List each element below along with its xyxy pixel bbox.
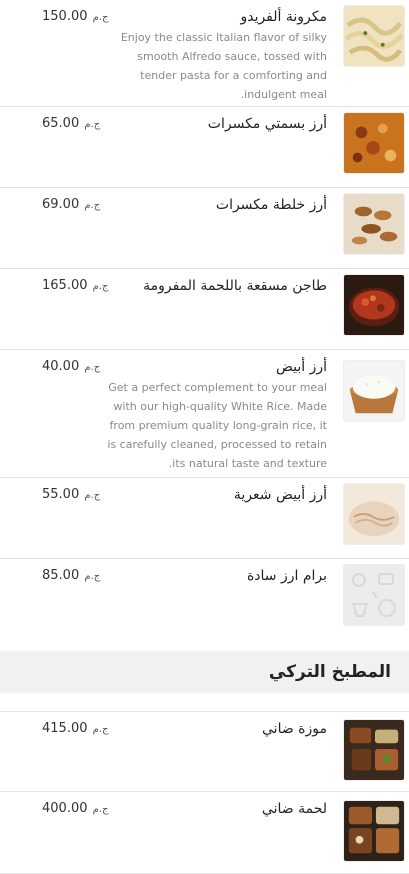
menu-item[interactable]: أرز بسمتي مكسرات 65.00 ج.م xyxy=(0,107,409,188)
placeholder-food-icon xyxy=(343,564,405,626)
item-name: مكرونة ألفريدو xyxy=(240,9,327,25)
item-name: لحمة ضاني xyxy=(261,801,327,817)
item-price: 150.00 ج.م xyxy=(42,9,109,24)
menu-item[interactable]: أرز أبيض شعرية 55.00 ج.م xyxy=(0,478,409,559)
white-rice-photo xyxy=(343,360,405,422)
item-price: 165.00 ج.م xyxy=(42,278,109,293)
item-description: Get a perfect complement to your meal wi… xyxy=(107,381,327,470)
item-price: 69.00 ج.م xyxy=(42,197,101,212)
menu-item[interactable]: أرز أبيض Get a perfect complement to you… xyxy=(0,350,409,478)
item-price: 415.00 ج.م xyxy=(42,721,109,736)
section-title: المطبخ التركي xyxy=(268,662,391,682)
item-name: أرز أبيض xyxy=(275,359,327,375)
lamb-shank-photo xyxy=(343,719,405,781)
item-name: أرز خلطة مكسرات xyxy=(215,197,327,213)
section-header: المطبخ التركي xyxy=(0,651,409,693)
vermicelli-rice-photo xyxy=(343,483,405,545)
pasta-photo xyxy=(343,5,405,67)
item-name: أرز أبيض شعرية xyxy=(233,487,327,503)
item-price: 85.00 ج.م xyxy=(42,568,101,583)
item-description: Enjoy the classic Italian flavor of silk… xyxy=(120,31,327,101)
basmati-rice-photo xyxy=(343,112,405,174)
item-price: 40.00 ج.م xyxy=(42,359,101,374)
menu-item[interactable]: أرز خلطة مكسرات 69.00 ج.م xyxy=(0,188,409,269)
item-name: برام ارز سادة xyxy=(246,568,327,584)
item-name: موزة ضاني xyxy=(262,721,327,737)
menu-item[interactable]: موزة ضاني 415.00 ج.م xyxy=(0,711,409,792)
item-price: 55.00 ج.م xyxy=(42,487,101,502)
menu-item[interactable]: طاجن مسقعة باللحمة المفرومة 165.00 ج.م xyxy=(0,269,409,350)
menu-item[interactable]: مكرونة ألفريدو Enjoy the classic Italian… xyxy=(0,0,409,107)
lamb-meat-photo xyxy=(343,800,405,862)
nuts-rice-photo xyxy=(343,193,405,255)
item-name: أرز بسمتي مكسرات xyxy=(207,116,327,132)
item-price: 400.00 ج.م xyxy=(42,801,109,816)
menu-item[interactable]: لحمة ضاني 400.00 ج.م xyxy=(0,792,409,874)
item-price: 65.00 ج.م xyxy=(42,116,101,131)
moussaka-tagine-photo xyxy=(343,274,405,336)
item-name: طاجن مسقعة باللحمة المفرومة xyxy=(143,278,327,294)
menu-item[interactable]: برام ارز سادة 85.00 ج.م xyxy=(0,559,409,651)
